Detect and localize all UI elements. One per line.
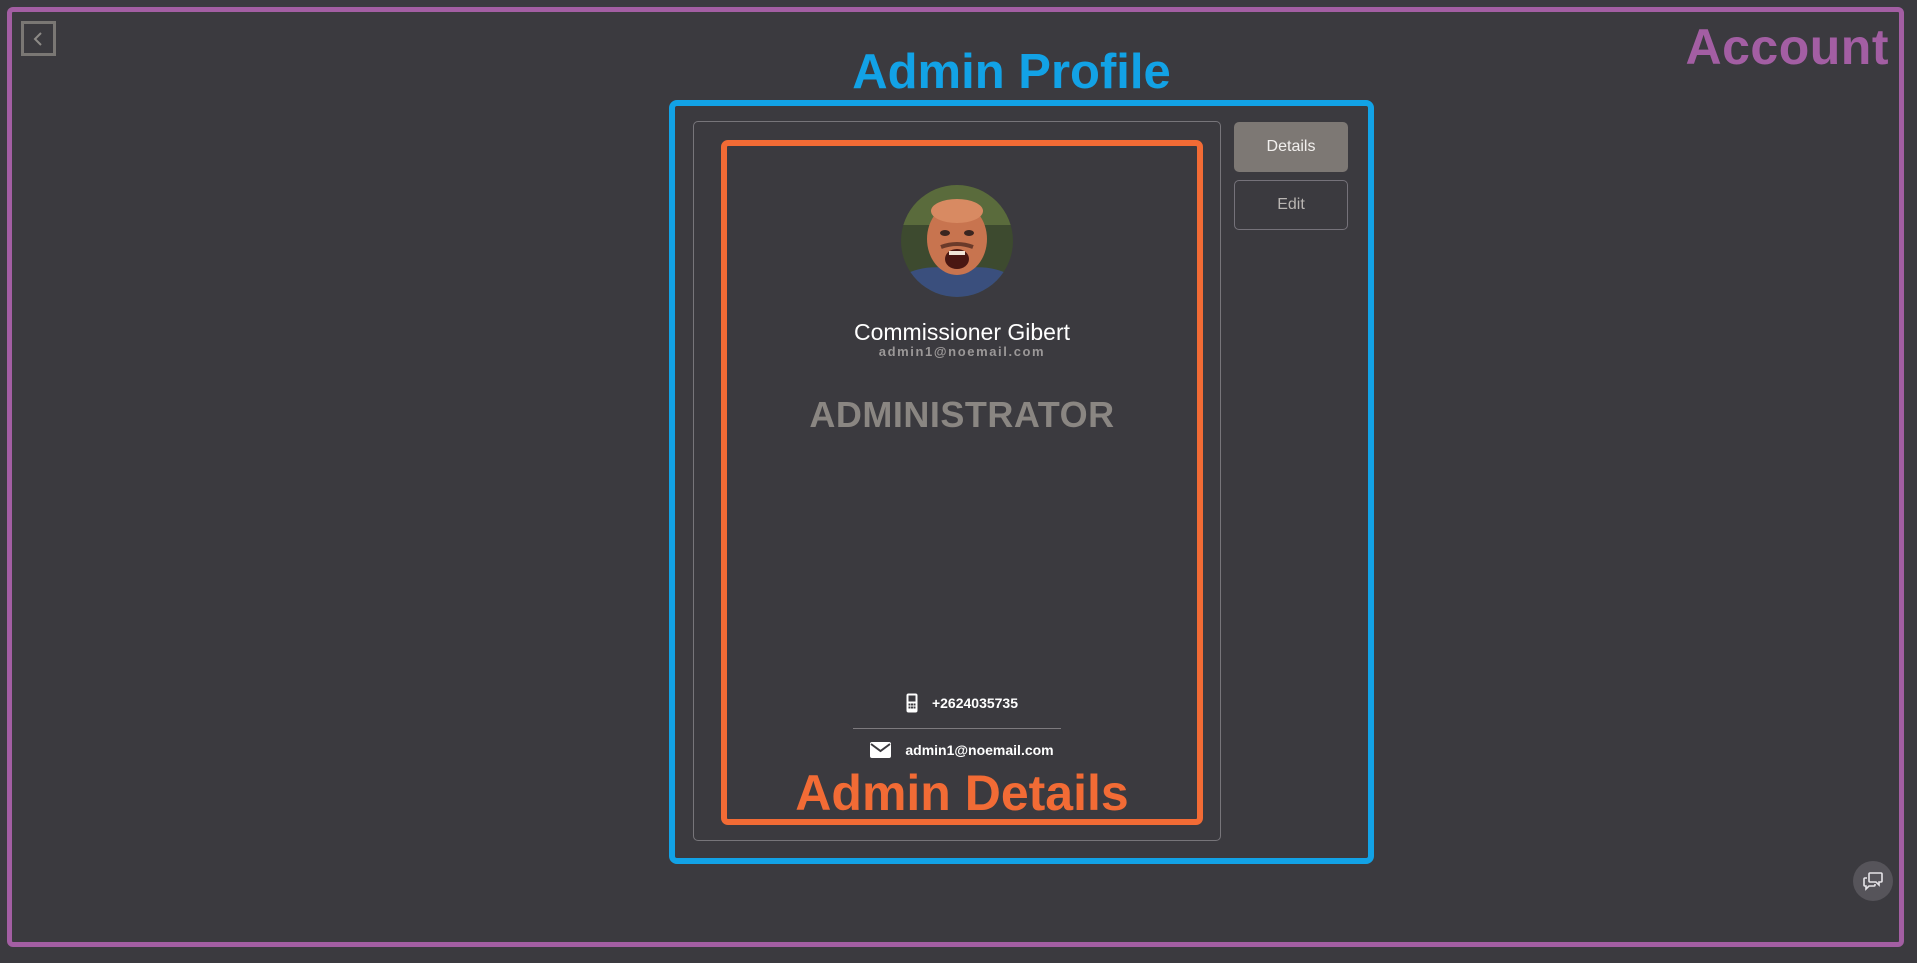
account-page: Account Admin Profile Commissioner Giber… [0, 0, 1917, 963]
back-button[interactable] [21, 21, 56, 56]
chat-bubbles-icon [1863, 872, 1883, 891]
chat-button[interactable] [1853, 861, 1893, 901]
tab-details[interactable]: Details [1234, 122, 1348, 172]
admin-details-annotation-frame [721, 140, 1203, 825]
account-annotation-label: Account [1685, 19, 1889, 75]
chevron-left-icon [33, 31, 42, 46]
tab-edit[interactable]: Edit [1234, 180, 1348, 230]
